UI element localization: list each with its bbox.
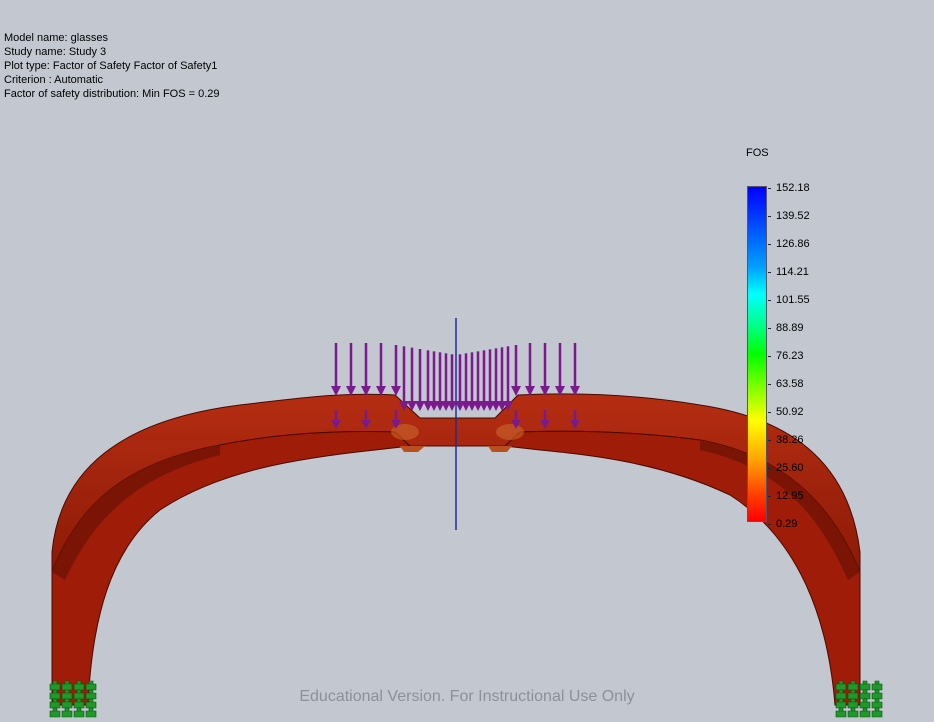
legend-tick-mark — [768, 384, 771, 385]
legend-tick-mark — [768, 244, 771, 245]
legend-title: FOS — [746, 147, 769, 159]
legend-tick-mark — [768, 300, 771, 301]
legend-tick-mark — [768, 216, 771, 217]
legend-tick-mark — [768, 356, 771, 357]
fixture-anchor-icon — [871, 707, 883, 718]
fixture-anchor-icon — [73, 707, 85, 718]
legend-tick-label: 76.23 — [776, 350, 804, 362]
legend-tick-mark — [768, 272, 771, 273]
legend-tick-label: 0.29 — [776, 518, 798, 530]
fixture-anchor-icon — [85, 707, 97, 718]
legend-tick-label: 25.60 — [776, 462, 804, 474]
legend-tick-label: 101.55 — [776, 294, 810, 306]
legend-tick-label: 38.26 — [776, 434, 804, 446]
legend-tick-mark — [768, 328, 771, 329]
legend-tick-mark — [768, 188, 771, 189]
legend-tick-label: 88.89 — [776, 322, 804, 334]
stress-highlight-right — [496, 424, 524, 440]
legend-tick-label: 12.95 — [776, 490, 804, 502]
legend-tick-label: 63.58 — [776, 378, 804, 390]
legend-tick-mark — [768, 468, 771, 469]
legend-tick-mark — [768, 496, 771, 497]
fixture-anchor-icon — [61, 707, 73, 718]
nose-pad-left — [400, 446, 425, 452]
nose-pad-right — [488, 446, 512, 452]
down-arrow-icon — [415, 401, 425, 411]
legend-color-bar — [747, 186, 767, 522]
legend-tick-mark — [768, 412, 771, 413]
fixture-anchor-icon — [49, 707, 61, 718]
legend-tick-label: 126.86 — [776, 238, 810, 250]
fixture-anchor-icon — [847, 707, 859, 718]
fixture-anchor-icon — [835, 707, 847, 718]
legend-tick-mark — [768, 440, 771, 441]
legend-tick-label: 139.52 — [776, 210, 810, 222]
legend-tick-label: 114.21 — [776, 266, 809, 278]
watermark-text: Educational Version. For Instructional U… — [299, 688, 635, 705]
legend-tick-mark — [768, 524, 771, 525]
legend-tick-label: 50.92 — [776, 406, 804, 418]
fixture-anchor-icon — [859, 707, 871, 718]
legend-tick-label: 152.18 — [776, 182, 810, 194]
